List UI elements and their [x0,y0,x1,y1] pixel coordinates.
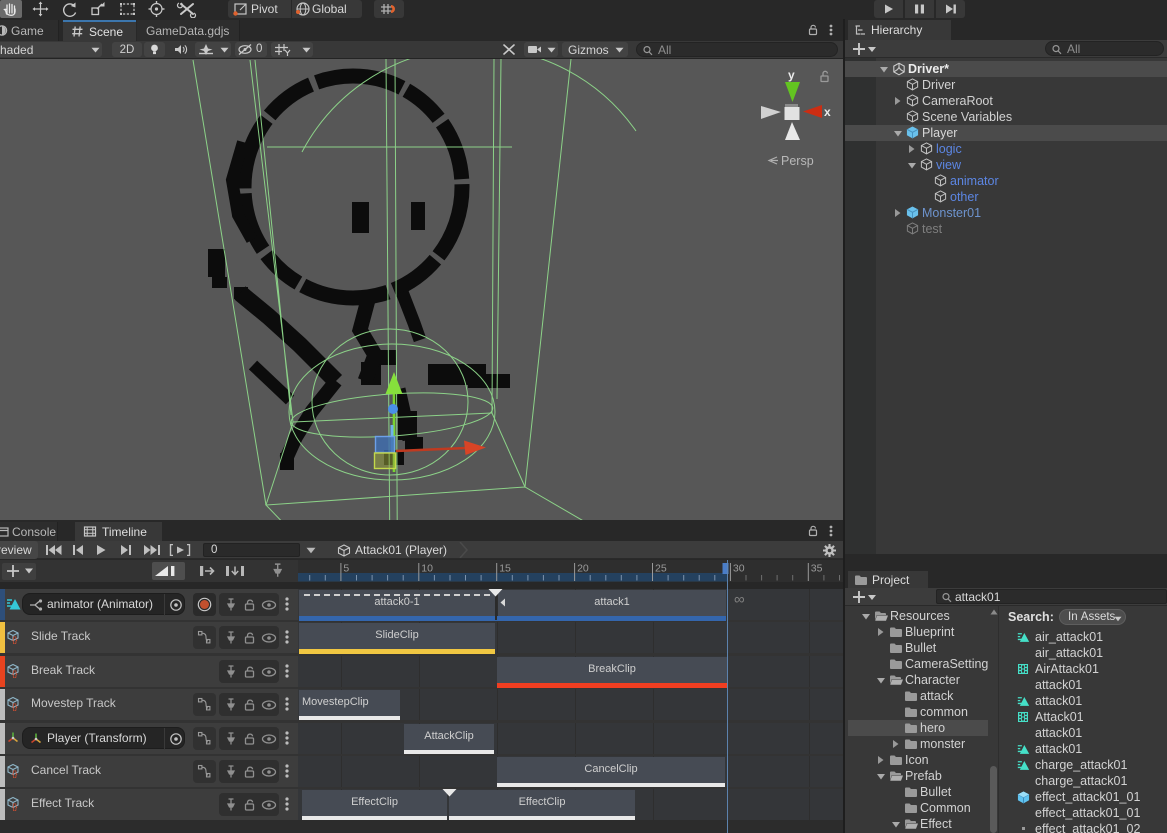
svg-text:5: 5 [343,563,349,575]
svg-text:Persp: Persp [781,154,814,168]
svg-text:10: 10 [421,563,433,575]
svg-text:35: 35 [811,563,823,575]
svg-text:25: 25 [655,563,667,575]
svg-text:y: y [788,68,795,82]
svg-text:15: 15 [499,563,511,575]
svg-text:x: x [824,105,831,119]
svg-text:30: 30 [733,563,745,575]
svg-text:20: 20 [577,563,589,575]
